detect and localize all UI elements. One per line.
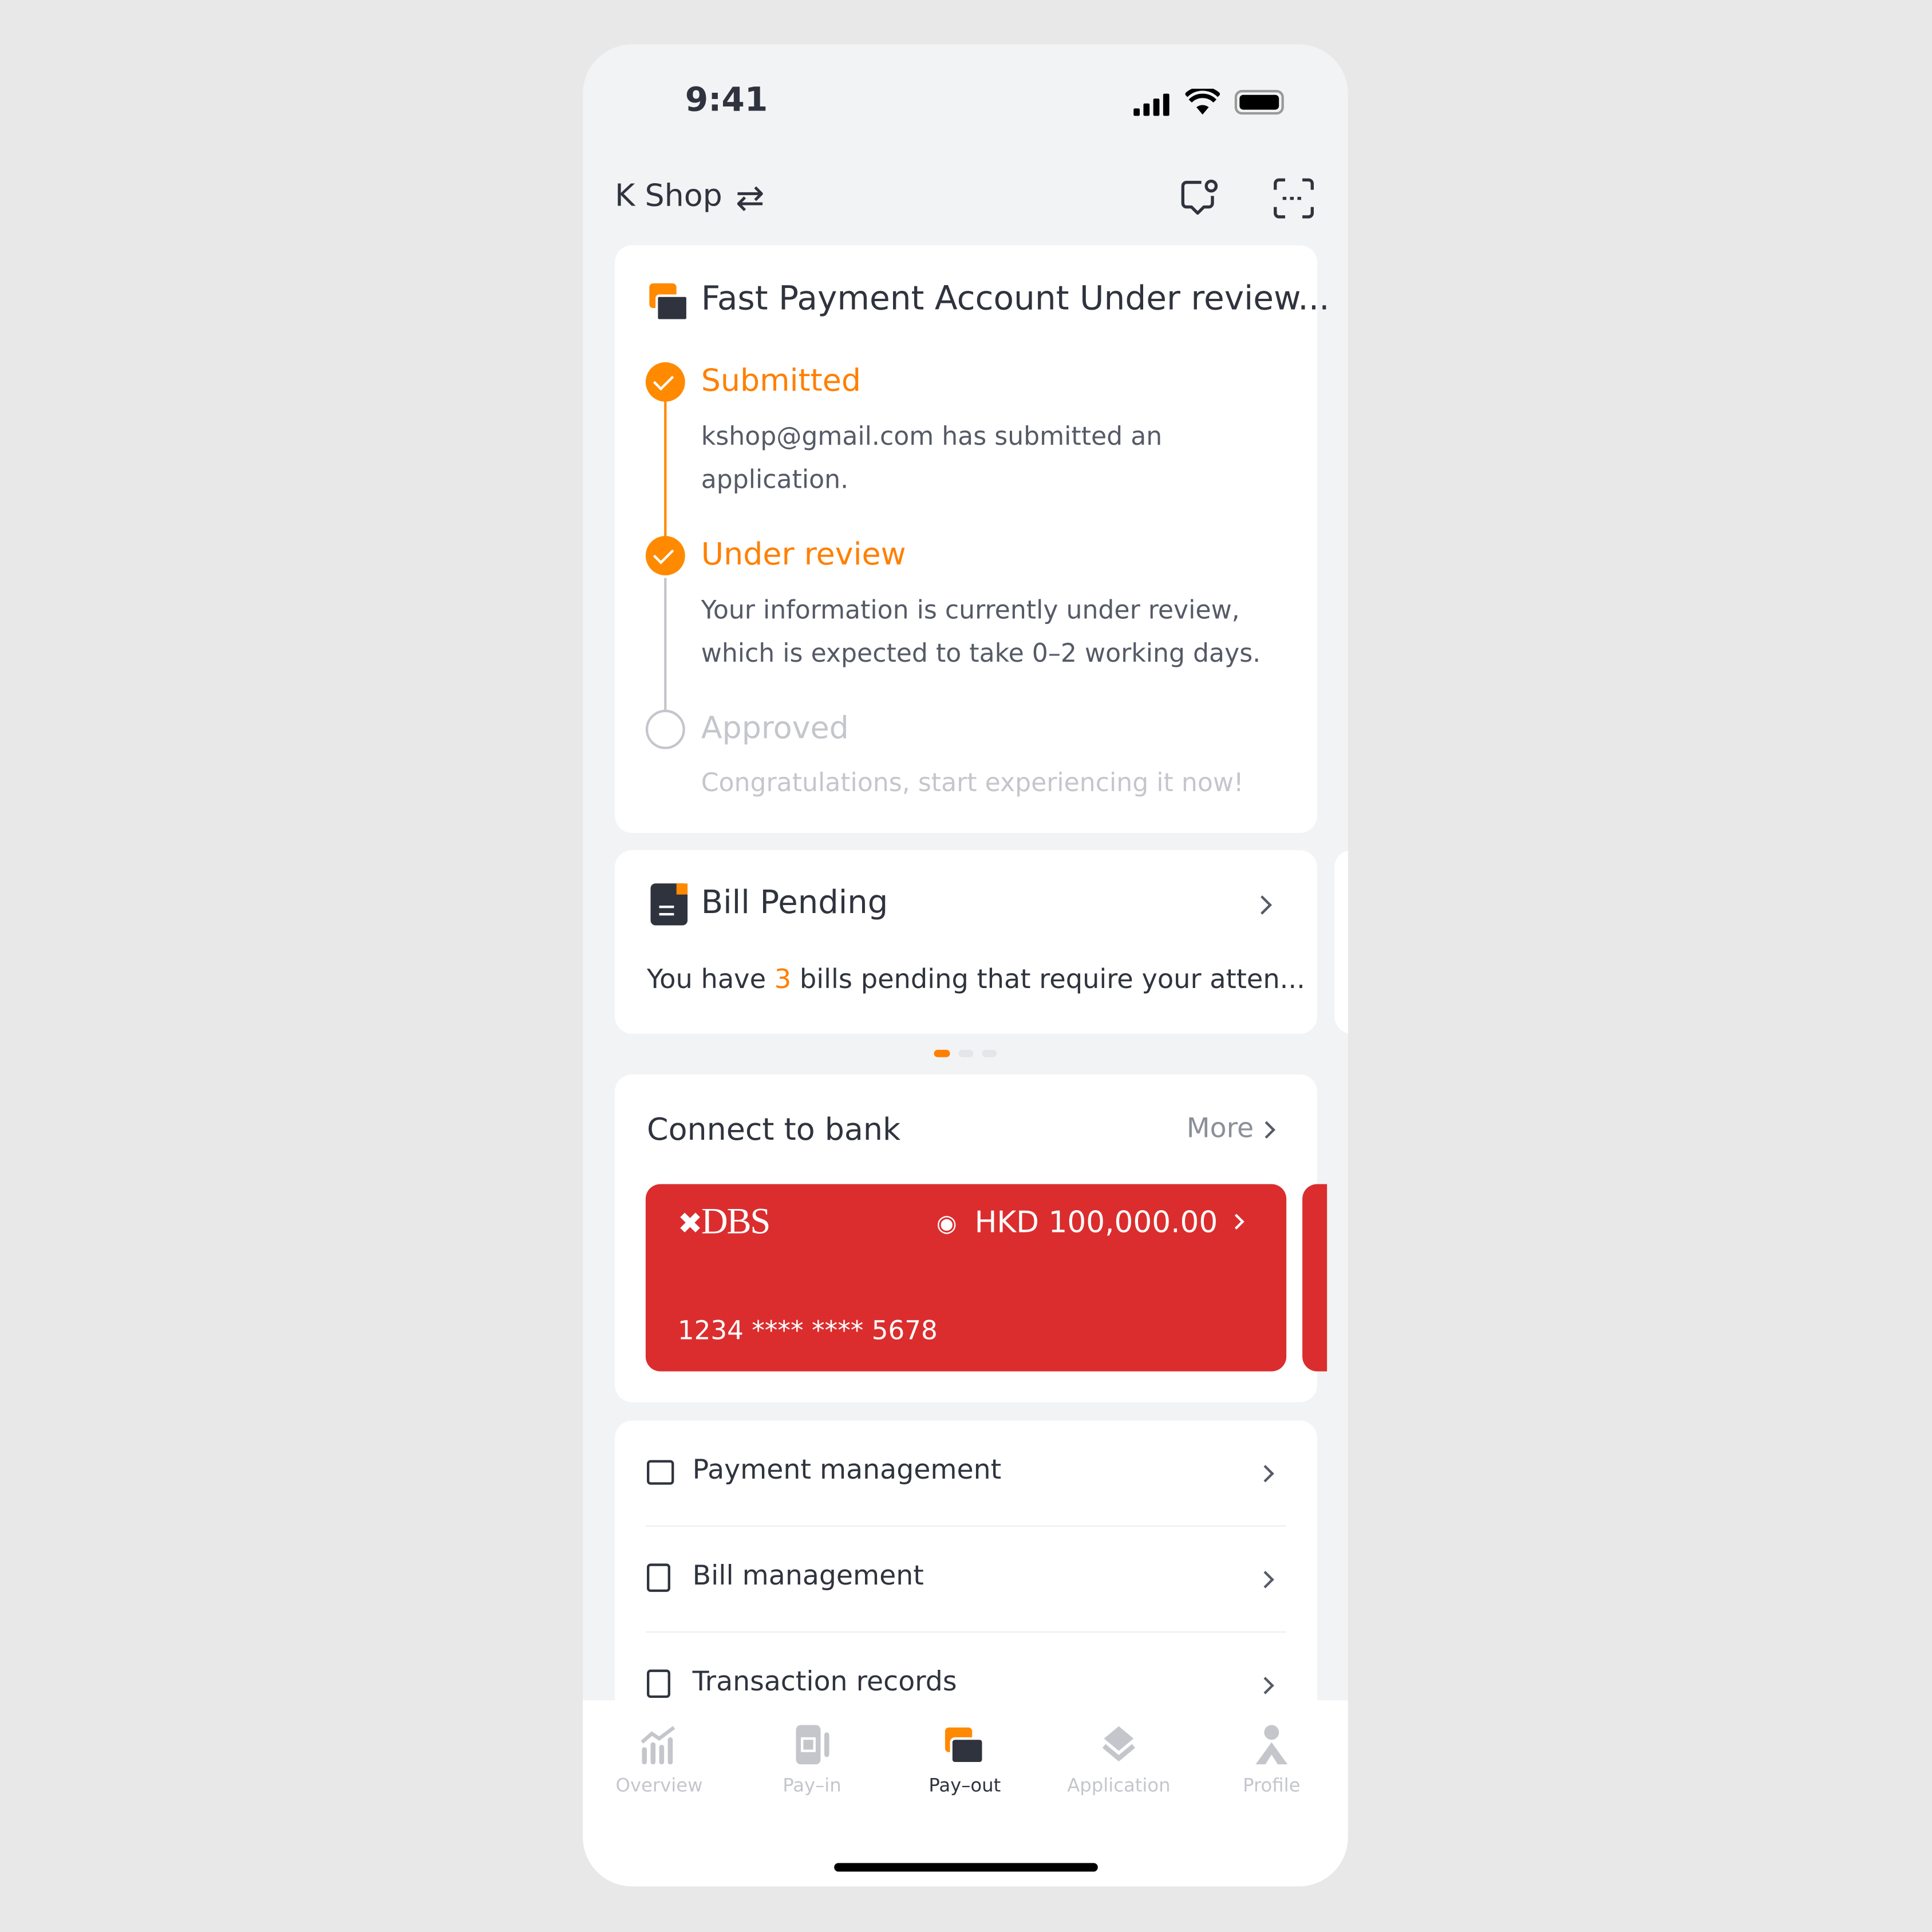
connect-bank-card: Connect to bank More ✖DBS ◉ HKD 100,000.… xyxy=(615,1074,1327,1402)
tab-label: Pay–out xyxy=(929,1774,1001,1797)
step-title: Under review xyxy=(701,536,906,572)
chevron-right-icon xyxy=(1258,1121,1275,1139)
step-title: Approved xyxy=(701,709,849,746)
step-title: Submitted xyxy=(701,362,862,398)
menu-label: Payment management xyxy=(692,1455,1002,1486)
fast-payment-title: Fast Payment Account Under review... xyxy=(701,279,1330,318)
tab-label: Profile xyxy=(1243,1774,1301,1797)
chart-icon xyxy=(641,1726,675,1765)
chevron-right-icon xyxy=(1257,1465,1274,1483)
bill-pending-desc: You have 3 bills pending that require yo… xyxy=(647,965,1305,996)
step-desc: kshop@gmail.com has submitted an applica… xyxy=(701,421,1163,495)
card-icon xyxy=(647,1460,674,1485)
menu-label: Bill management xyxy=(692,1561,924,1592)
battery-icon xyxy=(1234,90,1284,115)
home-indicator[interactable] xyxy=(834,1863,1098,1872)
bank-balance: HKD 100,000.00 xyxy=(974,1205,1218,1240)
payment-card-icon xyxy=(945,1725,985,1765)
layers-icon xyxy=(1102,1726,1135,1762)
step-desc: Congratulations, start experiencing it n… xyxy=(701,767,1244,797)
step-desc: Your information is currently under revi… xyxy=(701,595,1261,668)
more-link[interactable]: More xyxy=(1187,1114,1254,1145)
tab-label: Application xyxy=(1067,1774,1171,1797)
timeline-line xyxy=(664,578,667,716)
phone-screen: 9:41 K Shop ⇄ Fast Payment Account Under… xyxy=(583,44,1348,1887)
scan-icon[interactable] xyxy=(1273,177,1314,219)
receipt-search-icon xyxy=(647,1669,670,1698)
next-bank-card[interactable] xyxy=(1302,1184,1327,1372)
connect-bank-title: Connect to bank xyxy=(647,1111,901,1147)
payment-card-icon xyxy=(649,283,689,322)
timeline-line xyxy=(664,382,667,557)
status-time: 9:41 xyxy=(685,81,768,120)
tab-label: Pay–in xyxy=(783,1774,841,1797)
card-number: 1234 **** **** 5678 xyxy=(677,1315,938,1346)
menu-label: Transaction records xyxy=(692,1667,957,1698)
chevron-right-icon xyxy=(1257,1677,1274,1694)
shop-name[interactable]: K Shop xyxy=(615,177,722,213)
chevron-right-icon xyxy=(1228,1214,1244,1230)
chat-bubble-icon[interactable] xyxy=(1179,177,1220,218)
step-check-icon xyxy=(645,536,685,576)
bill-document-icon xyxy=(650,883,688,926)
bill-pending-title: Bill Pending xyxy=(701,884,888,922)
tab-bar: Overview Pay–in Pay–out Application Prof… xyxy=(583,1700,1348,1887)
fast-payment-status-card: Fast Payment Account Under review... Sub… xyxy=(615,245,1330,833)
tab-label: Overview xyxy=(615,1774,703,1797)
wifi-icon xyxy=(1184,86,1221,116)
person-icon xyxy=(1255,1725,1288,1765)
eye-icon[interactable]: ◉ xyxy=(937,1210,957,1237)
next-carousel-card[interactable] xyxy=(1334,850,1348,1034)
signal-icon xyxy=(1133,93,1173,116)
chevron-right-icon xyxy=(1253,895,1272,915)
menu-item-payment-management[interactable]: Payment management xyxy=(615,1421,1317,1527)
bill-pending-card[interactable]: Bill Pending You have 3 bills pending th… xyxy=(615,850,1317,1034)
step-check-icon xyxy=(645,362,685,402)
pos-terminal-icon xyxy=(796,1725,829,1765)
document-icon xyxy=(647,1563,670,1592)
step-pending-icon xyxy=(645,709,685,749)
bank-account-card[interactable]: ✖DBS ◉ HKD 100,000.00 1234 **** **** 567… xyxy=(645,1184,1287,1372)
menu-item-bill-management[interactable]: Bill management xyxy=(615,1527,1317,1633)
chevron-right-icon xyxy=(1257,1571,1274,1589)
dbs-logo: ✖DBS xyxy=(677,1201,771,1242)
swap-arrows-icon[interactable]: ⇄ xyxy=(736,180,765,215)
